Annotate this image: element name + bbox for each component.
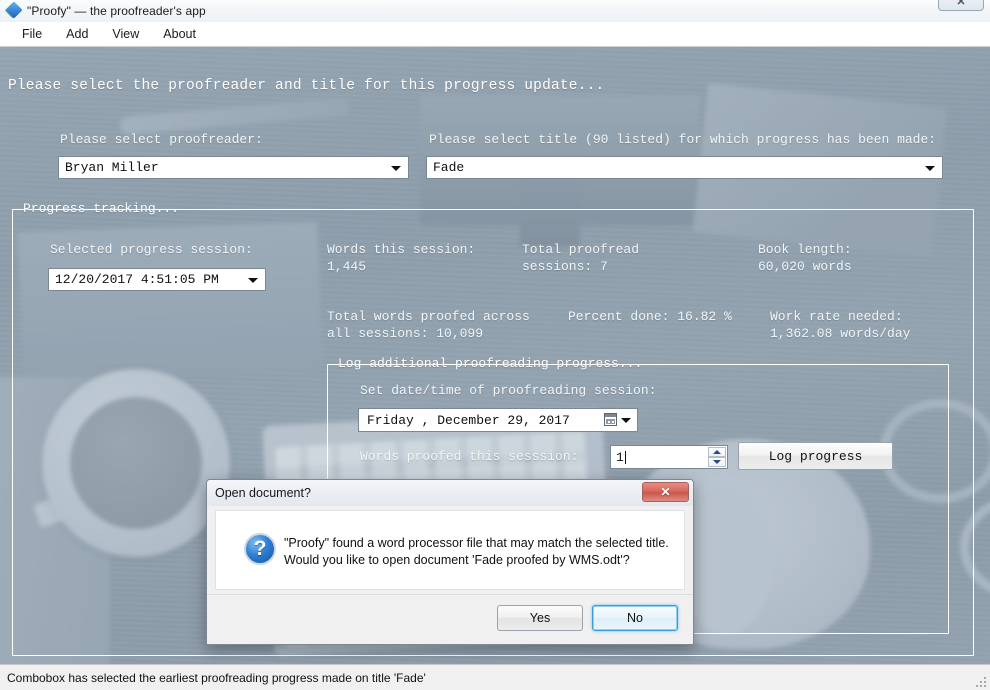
chevron-down-icon [925, 165, 935, 171]
chevron-down-icon [621, 418, 631, 423]
dialog-message-line2: Would you like to open document 'Fade pr… [284, 553, 630, 567]
spinner-increment-button[interactable] [708, 447, 726, 457]
proofreader-value: Bryan Miller [65, 160, 159, 175]
words-proofed-value: 1 [616, 449, 624, 465]
title-select-label: Please select title (90 listed) for whic… [429, 132, 937, 147]
spinner-decrement-button[interactable] [708, 457, 726, 467]
title-combobox[interactable]: Fade [426, 156, 943, 179]
stat-work-rate-value: 1,362.08 words/day [770, 326, 911, 341]
dialog-no-button[interactable]: No [592, 605, 678, 631]
stat-percent-done: Percent done: 16.82 % [568, 309, 732, 324]
proofreader-label: Please select proofreader: [60, 132, 263, 147]
stat-total-sessions-value: sessions: 7 [522, 259, 608, 274]
stat-words-session-value: 1,445 [327, 259, 367, 274]
dialog-title-bar: Open document? ✕ [207, 480, 693, 506]
session-value: 12/20/2017 4:51:05 PM [55, 272, 219, 287]
date-time-label: Set date/time of proofreading session: [360, 383, 657, 398]
dialog-title-text: Open document? [215, 486, 311, 500]
chevron-down-icon [248, 277, 258, 283]
proofreader-combobox[interactable]: Bryan Miller [58, 156, 409, 179]
stat-total-words-label: Total words proofed across [327, 309, 530, 324]
status-bar: Combobox has selected the earliest proof… [0, 664, 990, 690]
title-bar: "Proofy" — the proofreader's app ✕ [0, 0, 990, 22]
menu-bar: File Add View About [0, 22, 990, 47]
menu-item-about[interactable]: About [151, 24, 208, 44]
application-window: "Proofy" — the proofreader's app ✕ File … [0, 0, 990, 690]
chevron-down-icon [391, 165, 401, 171]
progress-tracking-group-title: Progress tracking... [23, 201, 180, 216]
stat-work-rate-label: Work rate needed: [770, 309, 903, 324]
question-icon: ? [244, 533, 276, 565]
session-date-value: Friday , December 29, 2017 [367, 412, 570, 428]
session-combobox[interactable]: 12/20/2017 4:51:05 PM [48, 268, 266, 291]
log-progress-button[interactable]: Log progress [738, 442, 893, 470]
dialog-yes-button[interactable]: Yes [497, 605, 583, 631]
stat-book-length-label: Book length: [758, 242, 852, 257]
words-proofed-label: Words proofed this sesssion: [360, 449, 579, 464]
main-canvas: Please select the proofreader and title … [0, 47, 990, 664]
stat-total-words-value: all sessions: 10,099 [327, 326, 484, 341]
resize-grip[interactable] [972, 673, 986, 687]
dialog-footer: Yes No [207, 594, 693, 644]
window-title: "Proofy" — the proofreader's app [27, 4, 206, 18]
log-progress-group-title: Log additional proofreading progress... [338, 356, 643, 371]
stat-book-length-value: 60,020 words [758, 259, 852, 274]
menu-item-file[interactable]: File [10, 24, 54, 44]
words-proofed-spinner[interactable]: 1 [610, 445, 728, 469]
app-diamond-icon [4, 1, 23, 19]
open-document-dialog: Open document? ✕ ? "Proofy" found a word… [206, 479, 694, 645]
window-close-button[interactable]: ✕ [938, 0, 984, 11]
status-bar-text: Combobox has selected the earliest proof… [7, 670, 426, 685]
spinner-buttons[interactable] [708, 447, 726, 467]
dialog-close-button[interactable]: ✕ [642, 482, 689, 502]
menu-item-view[interactable]: View [100, 24, 151, 44]
stat-words-session-label: Words this session: [327, 242, 476, 257]
menu-item-add[interactable]: Add [54, 24, 100, 44]
calendar-icon [604, 413, 617, 426]
dialog-message: "Proofy" found a word processor file tha… [284, 535, 674, 569]
stat-total-sessions-label: Total proofread [522, 242, 640, 257]
dialog-message-line1: "Proofy" found a word processor file tha… [284, 536, 669, 550]
page-headline: Please select the proofreader and title … [8, 78, 605, 94]
session-label: Selected progress session: [50, 242, 253, 257]
title-value: Fade [433, 160, 465, 175]
dialog-body: ? "Proofy" found a word processor file t… [215, 510, 685, 590]
session-date-picker[interactable]: Friday , December 29, 2017 [358, 408, 638, 432]
